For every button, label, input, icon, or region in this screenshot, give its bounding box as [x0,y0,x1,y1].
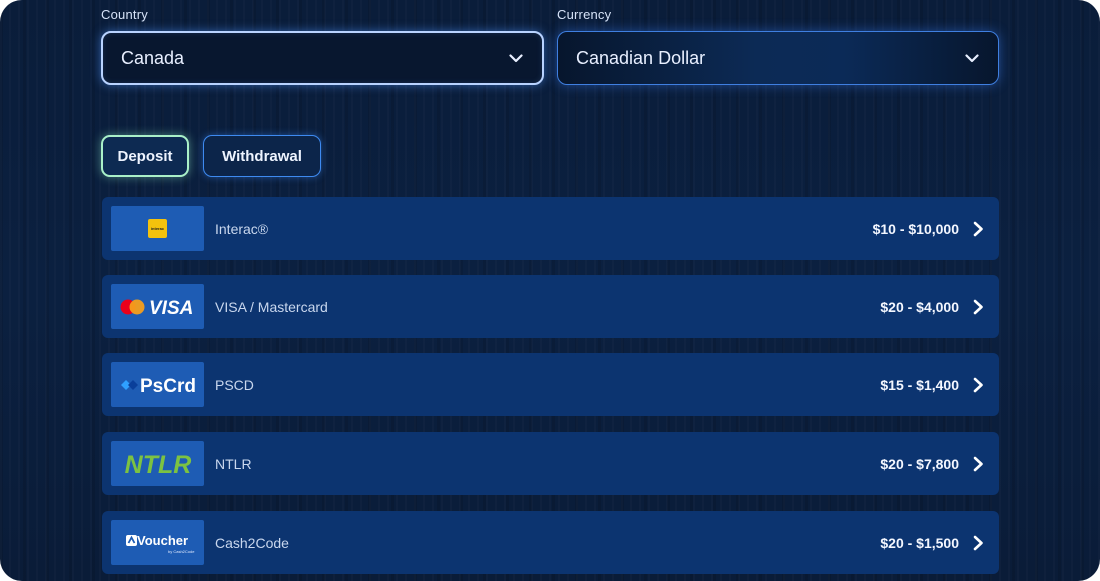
country-select[interactable]: Canada [101,31,544,85]
chevron-right-icon [971,534,985,552]
chevron-right-icon [971,298,985,316]
payment-method-interac[interactable]: interac Interac® $10 - $10,000 [102,197,999,260]
method-name: NTLR [215,455,252,472]
payment-methods-panel: Country Canada Currency Canadian Dollar … [0,0,1100,581]
svg-text:NTLR: NTLR [124,451,191,477]
currency-label: Currency [557,7,612,22]
method-name: Interac® [215,220,269,237]
currency-value: Canadian Dollar [576,47,706,68]
chevron-right-icon [971,376,985,394]
country-value: Canada [121,47,185,68]
country-label: Country [101,7,148,22]
method-range: $10 - $10,000 [872,220,959,237]
payment-method-pscd[interactable]: PsCrd PSCD $15 - $1,400 [102,353,999,416]
payment-method-cash2code[interactable]: Voucher by Cash2Code Cash2Code $20 - $1,… [102,511,999,574]
method-name: Cash2Code [215,534,289,551]
method-range: $20 - $1,500 [880,534,959,551]
chevron-down-icon [508,50,524,66]
method-range: $20 - $7,800 [880,455,959,472]
method-name: VISA / Mastercard [215,298,328,315]
visa-mastercard-logo: VISA [111,284,204,329]
chevron-right-icon [971,220,985,238]
method-range: $15 - $1,400 [880,376,959,393]
tab-withdrawal[interactable]: Withdrawal [203,135,321,177]
neteller-logo: NTLR [111,441,204,486]
chevron-down-icon [964,50,980,66]
svg-text:PsCrd: PsCrd [140,376,196,397]
svg-text:by Cash2Code: by Cash2Code [168,549,195,554]
method-range: $20 - $4,000 [880,298,959,315]
svg-text:Voucher: Voucher [137,533,188,548]
currency-select[interactable]: Canadian Dollar [557,31,999,85]
paysafecard-logo: PsCrd [111,362,204,407]
avoucher-logo: Voucher by Cash2Code [111,520,204,565]
method-name: PSCD [215,376,254,393]
payment-method-ntlr[interactable]: NTLR NTLR $20 - $7,800 [102,432,999,495]
svg-text:VISA: VISA [149,298,193,319]
interac-logo: interac [111,206,204,251]
payment-method-visa-mastercard[interactable]: VISA VISA / Mastercard $20 - $4,000 [102,275,999,338]
chevron-right-icon [971,455,985,473]
tab-deposit[interactable]: Deposit [101,135,189,177]
